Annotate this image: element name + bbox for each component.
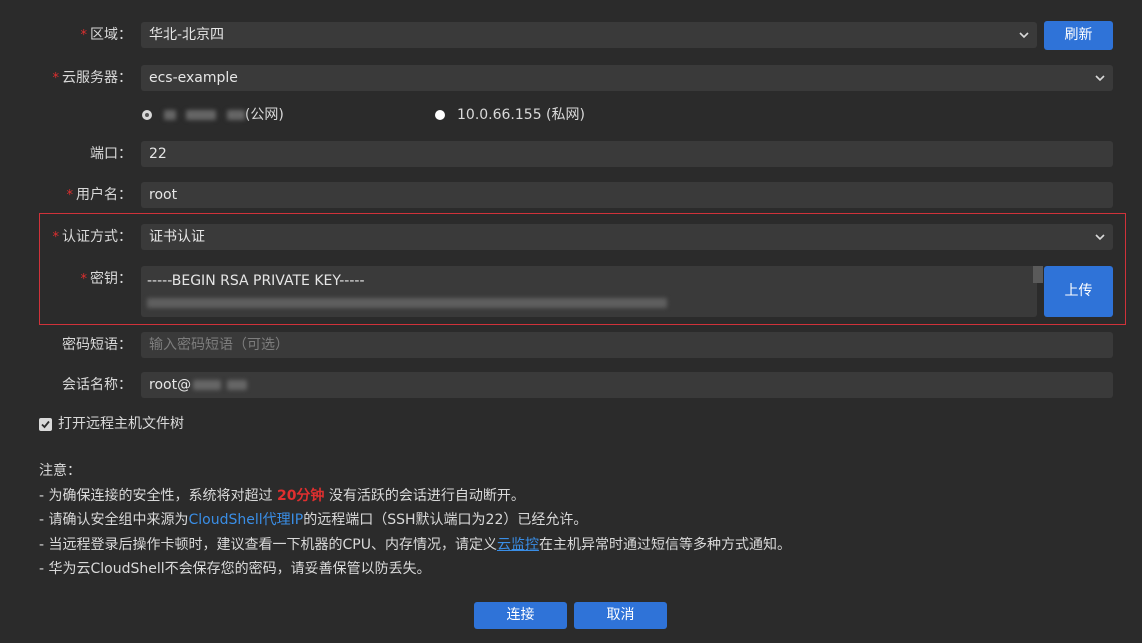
redacted-key-line	[147, 294, 1031, 312]
username-input[interactable]: root	[141, 182, 1113, 208]
public-ip-radio[interactable]	[142, 110, 152, 120]
username-label: * 用户名：	[66, 187, 133, 203]
chevron-down-icon	[1018, 22, 1030, 48]
connect-button[interactable]: 连接	[474, 602, 567, 629]
note-line-3: - 当远程登录后操作卡顿时，建议查看一下机器的CPU、内存情况，请定义云监控在主…	[39, 536, 791, 553]
server-row: * 云服务器： ecs-example	[0, 65, 1142, 91]
passphrase-input[interactable]: 输入密码短语（可选）	[141, 332, 1113, 358]
session-name-input[interactable]: root@	[141, 372, 1113, 398]
check-icon	[41, 420, 50, 429]
session-name-label: 会话名称：	[62, 377, 132, 393]
chevron-down-icon	[1094, 65, 1106, 91]
public-ip-label: (公网)	[164, 102, 284, 128]
passphrase-row: 密码短语： 输入密码短语（可选）	[0, 332, 1142, 358]
redacted-host	[193, 380, 222, 390]
open-file-tree-label: 打开远程主机文件树	[58, 416, 184, 432]
username-row: * 用户名： root	[0, 182, 1142, 208]
notes-section: 注意： - 为确保连接的安全性，系统将对超过 20分钟 没有活跃的会话进行自动断…	[39, 459, 791, 582]
chevron-down-icon	[1094, 224, 1106, 250]
note-line-1: - 为确保连接的安全性，系统将对超过 20分钟 没有活跃的会话进行自动断开。	[39, 487, 525, 504]
auth-method-label: * 认证方式：	[52, 229, 133, 245]
auth-method-row: * 认证方式： 证书认证	[0, 224, 1142, 250]
redacted-ip	[164, 110, 176, 120]
server-select[interactable]: ecs-example	[141, 65, 1113, 91]
refresh-button[interactable]: 刷新	[1044, 21, 1113, 50]
note-line-4: - 华为云CloudShell不会保存您的密码，请妥善保管以防丢失。	[39, 561, 431, 577]
cloud-monitor-link[interactable]: 云监控	[497, 537, 539, 553]
ip-options-row: (公网) 10.0.66.155 (私网)	[0, 102, 1142, 128]
port-input[interactable]: 22	[141, 141, 1113, 167]
scrollbar-thumb[interactable]	[1033, 266, 1043, 283]
server-label: * 云服务器：	[52, 70, 133, 86]
note-line-2: - 请确认安全组中来源为CloudShell代理IP的远程端口（SSH默认端口为…	[39, 512, 588, 528]
region-label: * 区域：	[80, 27, 133, 43]
upload-button[interactable]: 上传	[1044, 266, 1113, 317]
open-file-tree-checkbox[interactable]	[39, 418, 52, 431]
session-name-row: 会话名称： root@	[0, 372, 1142, 398]
notes-title: 注意：	[39, 463, 81, 479]
private-ip-radio[interactable]	[435, 110, 445, 120]
key-label: * 密钥：	[80, 271, 133, 287]
port-label: 端口：	[90, 146, 132, 162]
region-row: * 区域： 华北-北京四 刷新	[0, 21, 1142, 50]
key-textarea[interactable]: -----BEGIN RSA PRIVATE KEY-----	[141, 266, 1037, 317]
region-select[interactable]: 华北-北京四	[141, 22, 1037, 48]
cloudshell-proxy-ip-link[interactable]: CloudShell代理IP	[189, 512, 304, 528]
passphrase-label: 密码短语：	[62, 337, 132, 353]
cancel-button[interactable]: 取消	[574, 602, 667, 629]
private-ip-label: 10.0.66.155 (私网)	[457, 107, 585, 123]
port-row: 端口： 22	[0, 141, 1142, 167]
auth-method-select[interactable]: 证书认证	[141, 224, 1113, 250]
